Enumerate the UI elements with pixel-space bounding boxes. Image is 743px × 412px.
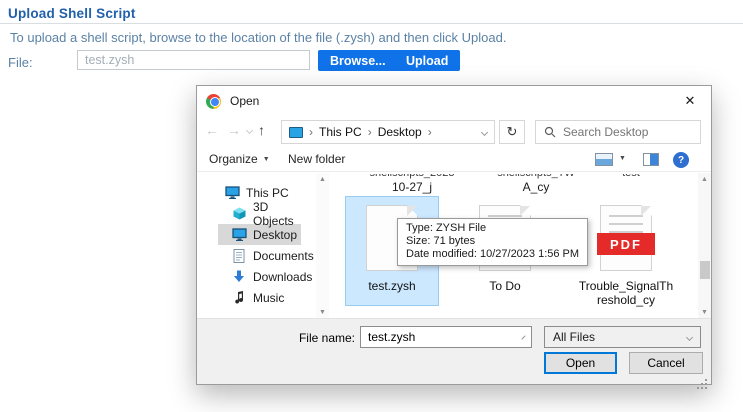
change-view-icon[interactable] [595, 153, 613, 166]
dialog-titlebar[interactable]: Open ✕ [197, 86, 711, 116]
upload-instruction: To upload a shell script, browse to the … [10, 30, 506, 45]
file-label: test.zysh [346, 279, 438, 293]
file-item-pdf[interactable]: PDF Trouble_SignalTh reshold_cy [576, 197, 676, 307]
sidebar-item-documents[interactable]: Documents [218, 245, 301, 266]
monitor-icon [231, 228, 247, 242]
file-name-label: File name: [297, 331, 355, 345]
up-icon[interactable]: ↑ [258, 122, 265, 138]
document-icon [231, 249, 247, 263]
file-name-input[interactable] [368, 330, 523, 344]
breadcrumb-separator: › [309, 125, 313, 139]
tooltip-type: Type: ZYSH File [406, 222, 579, 235]
divider [0, 23, 743, 24]
command-toolbar: Organize ▼ New folder ▼ ? [197, 148, 711, 172]
dialog-footer: File name: All Files Open Cancel [197, 318, 711, 384]
refresh-button[interactable]: ↻ [499, 120, 525, 144]
close-icon[interactable]: ✕ [669, 86, 711, 116]
scroll-up-icon[interactable]: ▲ [698, 173, 711, 186]
breadcrumb-separator: › [428, 125, 432, 139]
monitor-icon [224, 186, 240, 200]
forward-icon[interactable]: → [227, 122, 241, 138]
file-item-clipped[interactable]: test [601, 174, 661, 180]
address-bar[interactable]: › This PC › Desktop › [281, 120, 495, 144]
chevron-down-icon [686, 333, 693, 340]
address-dropdown-icon[interactable] [481, 128, 488, 135]
pdf-badge: PDF [597, 233, 655, 255]
help-icon[interactable]: ? [673, 152, 689, 168]
file-label: To Do [459, 279, 551, 293]
file-icon-wrap: PDF [576, 197, 676, 275]
navigation-bar: ← → ↑ › This PC › Desktop › ↻ [197, 116, 711, 148]
tooltip-date: Date modified: 10/27/2023 1:56 PM [406, 248, 579, 261]
file-name-combobox[interactable] [360, 326, 532, 348]
organize-menu[interactable]: Organize ▼ [209, 152, 270, 166]
music-note-icon [231, 291, 247, 305]
breadcrumb-separator: › [368, 125, 372, 139]
new-folder-label: New folder [288, 152, 345, 166]
file-path-input[interactable] [77, 50, 310, 70]
pdf-file-icon: PDF [600, 205, 652, 271]
cancel-button[interactable]: Cancel [629, 352, 703, 374]
page-fold-shade [641, 206, 651, 216]
page-title: Upload Shell Script [8, 6, 136, 21]
cube-icon [231, 207, 247, 221]
sidebar-scrollbar[interactable]: ▲ ▼ [316, 173, 329, 319]
scrollbar-thumb[interactable] [700, 261, 710, 279]
sidebar-label: Documents [253, 249, 314, 263]
search-icon [544, 126, 556, 138]
file-label: 10-27_j [357, 181, 467, 194]
dialog-title: Open [230, 94, 259, 108]
sidebar-label: Desktop [253, 228, 297, 242]
sidebar-label: Downloads [253, 270, 312, 284]
sidebar-label: 3D Objects [253, 200, 301, 228]
chrome-icon [206, 94, 221, 109]
file-item-clipped[interactable]: shellscripts_TW A_cy [481, 174, 591, 194]
preview-pane-icon[interactable] [643, 153, 659, 166]
file-item-clipped[interactable]: shellscripts_2023 10-27_j [357, 174, 467, 194]
chevron-down-icon: ▼ [263, 156, 270, 163]
search-box[interactable] [535, 120, 701, 144]
clipped-label: test [601, 174, 661, 180]
breadcrumb-desktop[interactable]: Desktop [378, 125, 422, 139]
open-file-dialog: Open ✕ ← → ↑ › This PC › Desktop › ↻ [196, 85, 712, 385]
organize-label: Organize [209, 152, 258, 166]
navigation-sidebar: This PC 3D Objects Desktop Documents [197, 173, 316, 319]
file-tooltip: Type: ZYSH File Size: 71 bytes Date modi… [397, 218, 588, 266]
file-label: File: [8, 55, 33, 70]
page-fold-shade [407, 206, 417, 216]
browse-button[interactable]: Browse... [318, 50, 398, 71]
back-icon[interactable]: ← [205, 122, 219, 138]
search-input[interactable] [563, 125, 683, 139]
download-arrow-icon [231, 270, 247, 284]
file-type-value: All Files [553, 330, 595, 344]
sidebar-item-3d-objects[interactable]: 3D Objects [218, 203, 301, 224]
view-dropdown-icon[interactable]: ▼ [619, 155, 626, 162]
scroll-up-icon[interactable]: ▲ [316, 173, 329, 186]
tooltip-size: Size: 71 bytes [406, 235, 579, 248]
breadcrumb-this-pc[interactable]: This PC [319, 125, 362, 139]
upload-button[interactable]: Upload [394, 50, 460, 71]
sidebar-label: Music [253, 291, 284, 305]
file-label: A_cy [481, 181, 591, 194]
sidebar-item-downloads[interactable]: Downloads [218, 266, 301, 287]
new-folder-button[interactable]: New folder [288, 152, 345, 166]
open-button[interactable]: Open [544, 352, 617, 374]
file-list-scrollbar[interactable]: ▲ ▼ [698, 173, 711, 319]
sidebar-label: This PC [246, 186, 289, 200]
recent-locations-icon[interactable] [246, 127, 253, 134]
this-pc-icon [289, 127, 303, 138]
resize-grip[interactable] [705, 379, 707, 381]
file-type-select[interactable]: All Files [544, 326, 701, 348]
page-fold-shade [520, 206, 530, 216]
file-label: Trouble_SignalTh reshold_cy [576, 279, 676, 307]
sidebar-item-desktop[interactable]: Desktop [218, 224, 301, 245]
sidebar-item-music[interactable]: Music [218, 287, 301, 308]
